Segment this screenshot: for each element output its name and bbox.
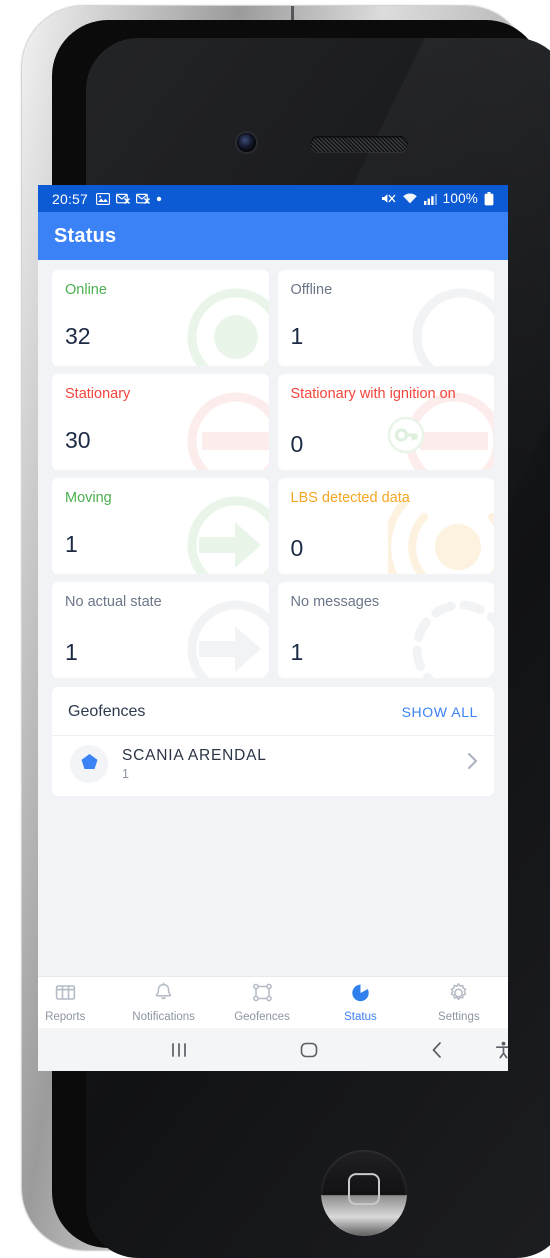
tab-status[interactable]: Status	[311, 982, 409, 1023]
status-card-no-actual-state[interactable]: No actual state 1	[52, 582, 269, 678]
status-bar-right: 100%	[381, 191, 494, 206]
phone-screen: 20:57 100% Status Online 32 Offline 1 St…	[38, 185, 508, 1071]
status-card-label: Online	[65, 282, 107, 298]
status-card-no-messages[interactable]: No messages 1	[277, 582, 494, 678]
status-card-label: No messages	[290, 594, 380, 610]
pentagon-icon	[80, 753, 99, 776]
status-card-label: Offline	[290, 282, 333, 298]
tab-reports[interactable]: Reports	[38, 982, 114, 1023]
geofences-panel: Geofences SHOW ALL SCANIA ARENDAL 1	[52, 687, 494, 796]
dot-icon	[156, 196, 162, 202]
email-icon	[116, 193, 131, 205]
home-button[interactable]	[321, 1150, 407, 1236]
avatar	[70, 745, 108, 783]
status-card-value: 1	[290, 639, 304, 665]
status-cards-grid: Online 32 Offline 1 Stationary 30 Statio…	[52, 270, 494, 678]
tab-label: Settings	[438, 1011, 480, 1023]
cellular-signal-icon	[423, 193, 437, 205]
image-icon	[96, 192, 111, 205]
list-item[interactable]: SCANIA ARENDAL 1	[52, 735, 494, 796]
accessibility-icon[interactable]	[495, 1041, 508, 1059]
status-card-value: 30	[65, 427, 91, 453]
geofence-text: SCANIA ARENDAL 1	[122, 747, 453, 781]
antenna-line	[291, 6, 294, 20]
geofences-title: Geofences	[68, 703, 146, 720]
status-card-label: Stationary	[65, 386, 131, 402]
bottom-tab-bar: Reports Notifications Geofences Status S	[38, 976, 508, 1028]
status-card-offline[interactable]: Offline 1	[277, 270, 494, 366]
tab-label: Status	[344, 1011, 377, 1023]
status-card-lbs-detected-data[interactable]: LBS detected data 0	[277, 478, 494, 574]
mute-icon	[381, 192, 396, 205]
front-camera-icon	[237, 133, 256, 152]
gear-icon	[448, 982, 469, 1008]
status-card-stationary[interactable]: Stationary 30	[52, 374, 269, 470]
reports-icon	[55, 982, 76, 1008]
status-card-value: 0	[290, 431, 304, 457]
status-card-label: LBS detected data	[290, 490, 410, 506]
android-status-bar: 20:57 100%	[38, 185, 508, 212]
status-card-label: No actual state	[65, 594, 162, 610]
battery-percent-label: 100%	[442, 191, 478, 206]
geofences-header: Geofences SHOW ALL	[52, 687, 494, 735]
bell-icon	[153, 982, 174, 1008]
home-button-square-icon	[348, 1173, 380, 1206]
status-card-value: 32	[65, 323, 91, 349]
email-icon	[136, 193, 151, 205]
geofence-name: SCANIA ARENDAL	[122, 747, 267, 764]
status-card-stationary-ignition-on[interactable]: Stationary with ignition on 0	[277, 374, 494, 470]
status-bar-left: 20:57	[52, 191, 162, 207]
tab-geofences[interactable]: Geofences	[213, 982, 311, 1023]
android-system-nav	[38, 1028, 508, 1071]
tab-settings[interactable]: Settings	[410, 982, 508, 1023]
app-bar: Status	[38, 212, 508, 260]
geofence-polygon-icon	[252, 982, 273, 1008]
battery-icon	[484, 191, 494, 206]
tab-label: Notifications	[132, 1011, 195, 1023]
home-icon[interactable]	[300, 1041, 318, 1059]
status-content: Online 32 Offline 1 Stationary 30 Statio…	[38, 260, 508, 796]
page-title: Status	[54, 224, 117, 247]
status-card-value: 1	[290, 323, 304, 349]
status-bar-clock: 20:57	[52, 190, 89, 207]
geofence-count: 1	[122, 767, 129, 781]
earpiece-speaker-icon	[310, 136, 408, 152]
status-card-value: 1	[65, 639, 78, 665]
back-icon[interactable]	[430, 1041, 444, 1059]
tab-label: Reports	[45, 1011, 86, 1023]
status-card-label: Stationary with ignition on	[290, 386, 456, 402]
status-card-label: Moving	[65, 490, 112, 506]
tab-label: Geofences	[234, 1011, 290, 1023]
chevron-right-icon[interactable]	[467, 752, 478, 776]
wifi-icon	[402, 192, 418, 205]
tab-notifications[interactable]: Notifications	[114, 982, 212, 1023]
status-card-online[interactable]: Online 32	[52, 270, 269, 366]
status-card-value: 0	[290, 535, 304, 561]
status-card-moving[interactable]: Moving 1	[52, 478, 269, 574]
geofences-show-all-button[interactable]: SHOW ALL	[402, 704, 478, 720]
status-card-value: 1	[65, 531, 78, 557]
pie-chart-icon	[350, 982, 371, 1008]
recents-icon[interactable]	[169, 1042, 189, 1058]
